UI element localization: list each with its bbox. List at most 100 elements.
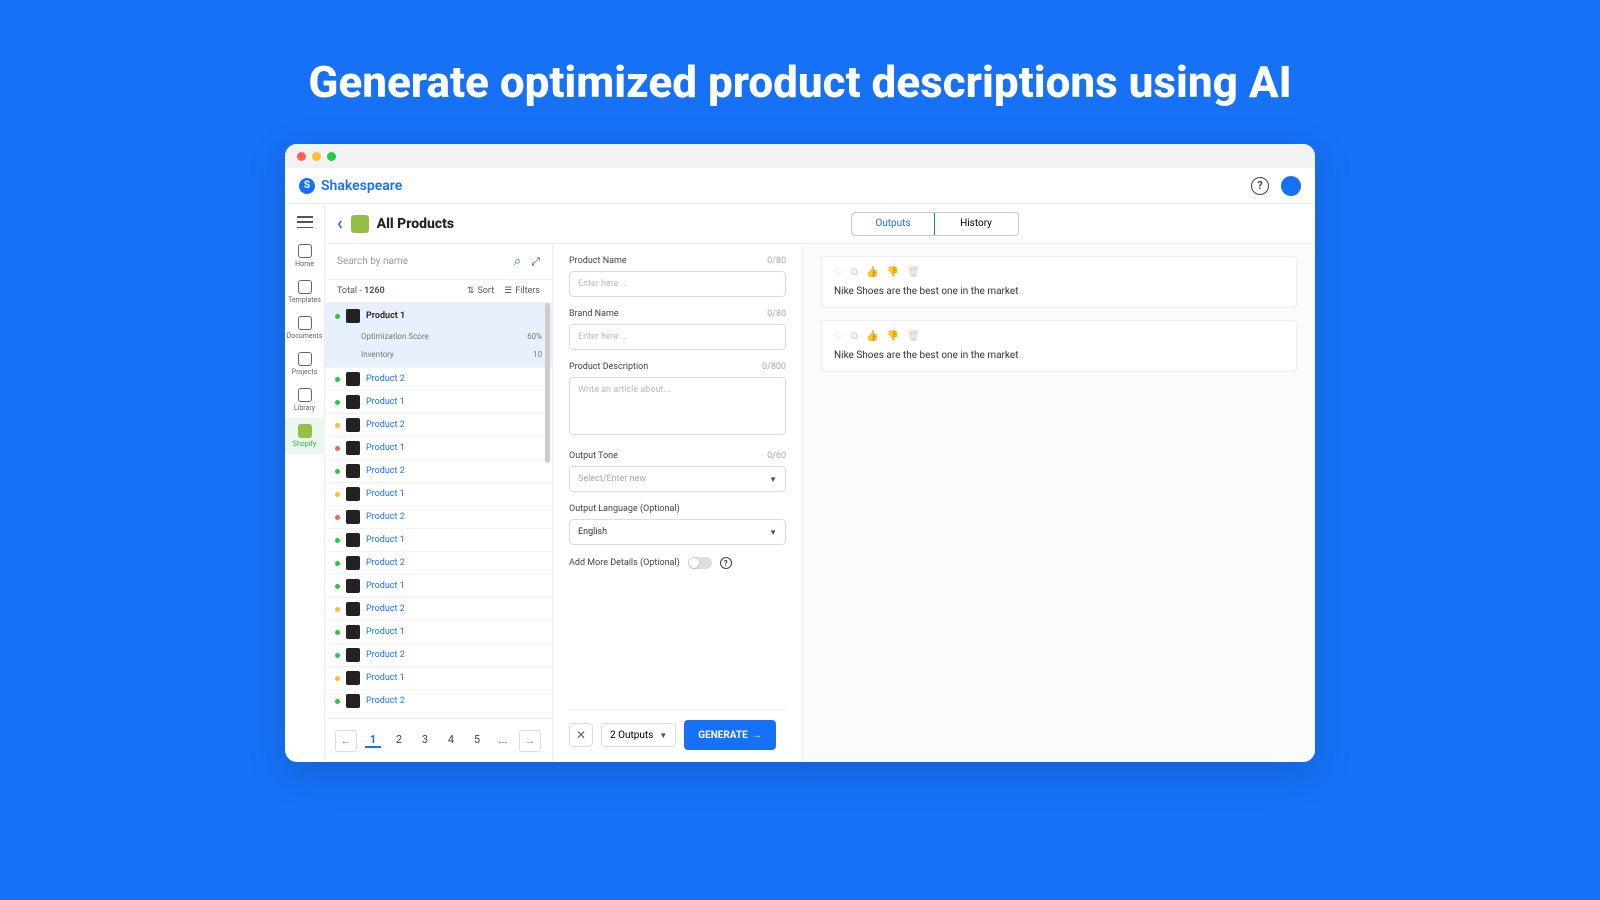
product-row[interactable]: Product 1	[325, 437, 552, 460]
output-text: Nike Shoes are the best one in the marke…	[834, 350, 1284, 361]
product-thumb-icon	[346, 671, 360, 685]
documents-icon	[298, 316, 312, 330]
description-count: 0/800	[762, 362, 786, 372]
sidebar-item-projects[interactable]: Projects	[285, 346, 325, 382]
page-number[interactable]: 2	[391, 733, 407, 748]
brand-name-count: 0/80	[767, 309, 786, 319]
thumbs-up-icon[interactable]: 👍	[866, 331, 878, 342]
close-dot[interactable]	[297, 152, 306, 161]
sidebar-item-templates[interactable]: Templates	[285, 274, 325, 310]
product-thumb-icon	[346, 556, 360, 570]
brand[interactable]: S Shakespeare	[299, 178, 402, 194]
product-row[interactable]: Product 1	[325, 391, 552, 414]
sidebar: Home Templates Documents Projects Librar…	[285, 204, 325, 762]
caret-down-icon: ▼	[769, 475, 777, 484]
generate-button[interactable]: GENERATE→	[684, 720, 775, 750]
thumbs-up-icon[interactable]: 👍	[866, 267, 878, 278]
product-thumb-icon	[346, 418, 360, 432]
description-input[interactable]	[569, 377, 786, 435]
language-select[interactable]: English▼	[569, 519, 786, 545]
close-form-button[interactable]: ✕	[569, 723, 593, 747]
page-number[interactable]: ...	[495, 733, 511, 748]
minimize-dot[interactable]	[312, 152, 321, 161]
thumbs-down-icon[interactable]: 👎	[887, 331, 899, 342]
scrollbar[interactable]	[545, 303, 550, 463]
sidebar-label: Shopify	[293, 440, 316, 448]
filters-button[interactable]: ☰Filters	[504, 286, 540, 296]
product-row[interactable]: Product 1	[325, 483, 552, 506]
heart-icon[interactable]: ♡	[834, 331, 843, 342]
shopify-icon	[298, 424, 312, 438]
page-number[interactable]: 4	[443, 733, 459, 748]
product-row[interactable]: Product 1	[325, 621, 552, 644]
product-name-label: Product Name	[569, 256, 627, 266]
brand-name-label: Brand Name	[569, 309, 619, 319]
maximize-dot[interactable]	[327, 152, 336, 161]
expand-icon[interactable]: ⤢	[531, 255, 540, 269]
copy-icon[interactable]: ⧉	[851, 331, 858, 342]
sidebar-item-library[interactable]: Library	[285, 382, 325, 418]
product-name-count: 0/80	[767, 256, 786, 266]
brand-name-input[interactable]	[569, 324, 786, 350]
product-row[interactable]: Product 1	[325, 575, 552, 598]
product-name-input[interactable]	[569, 271, 786, 297]
filters-icon: ☰	[504, 286, 512, 296]
sidebar-item-documents[interactable]: Documents	[285, 310, 325, 346]
tab-outputs[interactable]: Outputs	[851, 212, 935, 236]
search-icon[interactable]: ⌕	[514, 254, 521, 269]
product-row[interactable]: Product 2	[325, 368, 552, 391]
caret-down-icon: ▼	[659, 731, 667, 740]
trash-icon[interactable]: 🗑	[907, 267, 920, 278]
more-details-label: Add More Details (Optional)	[569, 558, 680, 568]
product-list-panel: ⌕ ⤢ Total - 1260 ⇅Sort ☰Filters Product …	[325, 244, 553, 762]
copy-icon[interactable]: ⧉	[851, 267, 858, 278]
product-row[interactable]: Product 1	[325, 667, 552, 690]
back-chevron-icon[interactable]: ‹	[337, 213, 343, 234]
avatar[interactable]	[1281, 176, 1301, 196]
next-page-button[interactable]: →	[519, 730, 541, 752]
shopify-badge-icon	[351, 215, 369, 233]
product-row[interactable]: Product 2	[325, 460, 552, 483]
page-number[interactable]: 3	[417, 733, 433, 748]
product-row[interactable]: Product 2	[325, 414, 552, 437]
topbar: S Shakespeare ?	[285, 168, 1315, 204]
product-row[interactable]: Product 1	[325, 529, 552, 552]
help-icon[interactable]: ?	[1251, 177, 1269, 195]
hamburger-icon[interactable]	[297, 216, 313, 228]
product-thumb-icon	[346, 464, 360, 478]
output-card: ♡ ⧉ 👍 👎 🗑 Nike Shoes are the best one in…	[821, 320, 1297, 372]
brand-logo-icon: S	[299, 178, 315, 194]
sidebar-item-shopify[interactable]: Shopify	[285, 418, 325, 454]
page-number[interactable]: 1	[365, 733, 381, 748]
product-thumb-icon	[346, 372, 360, 386]
outputs-count-select[interactable]: 2 Outputs▼	[601, 723, 676, 747]
sort-button[interactable]: ⇅Sort	[467, 286, 494, 296]
caret-down-icon: ▼	[769, 528, 777, 537]
tone-select[interactable]: Select/Enter new▼	[569, 466, 786, 492]
product-row-selected[interactable]: Product 1 Optimization Score60% Inventor…	[325, 303, 552, 368]
product-row[interactable]: Product 2	[325, 644, 552, 667]
tone-count: 0/60	[767, 451, 786, 461]
sidebar-label: Home	[295, 260, 314, 268]
product-thumb-icon	[346, 625, 360, 639]
help-icon[interactable]: ?	[720, 557, 732, 569]
product-thumb-icon	[346, 694, 360, 708]
prev-page-button[interactable]: ←	[335, 730, 357, 752]
product-row[interactable]: Product 2	[325, 598, 552, 621]
trash-icon[interactable]: 🗑	[907, 331, 920, 342]
page-number[interactable]: 5	[469, 733, 485, 748]
language-label: Output Language (Optional)	[569, 504, 680, 514]
brand-name: Shakespeare	[321, 178, 402, 194]
search-input[interactable]	[337, 256, 504, 267]
product-row[interactable]: Product 2	[325, 506, 552, 529]
product-row[interactable]: Product 2	[325, 552, 552, 575]
tab-history[interactable]: History	[934, 213, 1018, 235]
product-row[interactable]: Product 2	[325, 690, 552, 713]
thumbs-down-icon[interactable]: 👎	[887, 267, 899, 278]
pagination: ← 12345... →	[325, 718, 552, 762]
product-thumb-icon	[346, 648, 360, 662]
more-details-toggle[interactable]	[688, 557, 712, 569]
sidebar-item-home[interactable]: Home	[285, 238, 325, 274]
heart-icon[interactable]: ♡	[834, 267, 843, 278]
tone-label: Output Tone	[569, 451, 618, 461]
